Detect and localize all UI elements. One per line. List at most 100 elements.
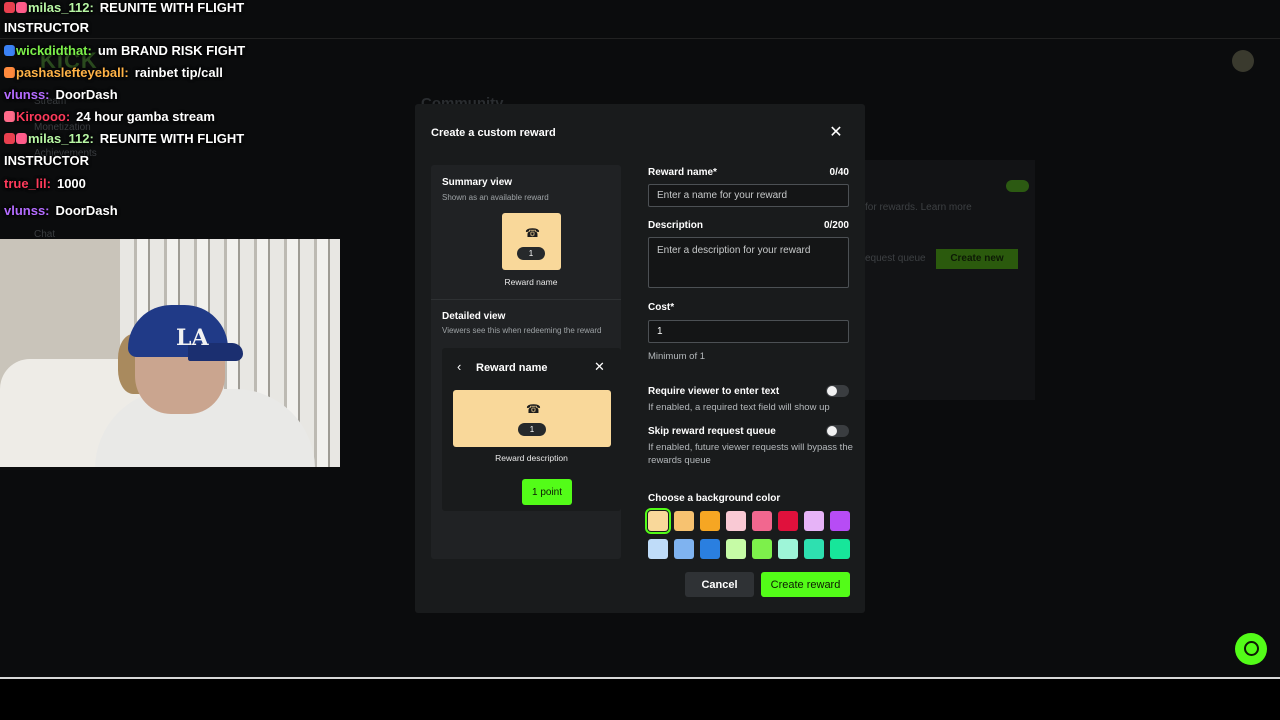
reward-preview-panel: Summary view Shown as an available rewar… <box>431 165 621 559</box>
color-swatch[interactable] <box>778 511 798 531</box>
chat-message: Kiroooo: 24 hour gamba stream <box>4 109 215 124</box>
color-swatch[interactable] <box>645 508 671 534</box>
chat-badge-icon <box>4 111 15 122</box>
toggle-knob <box>827 426 837 436</box>
chat-message: vlunss: DoorDash <box>4 203 118 218</box>
chat-message: milas_112: REUNITE WITH FLIGHT <box>4 131 244 146</box>
cancel-button[interactable]: Cancel <box>685 572 754 597</box>
summary-view-subtitle: Shown as an available reward <box>442 193 549 202</box>
top-bar-divider <box>0 38 1280 39</box>
gift-icon: ☎ <box>525 226 540 240</box>
redeem-point-button[interactable]: 1 point <box>522 479 572 505</box>
require-text-help: If enabled, a required text field will s… <box>648 402 830 413</box>
chat-text: DoorDash <box>55 203 118 218</box>
rewards-enabled-toggle[interactable] <box>1006 180 1029 192</box>
summary-view-heading: Summary view <box>442 177 513 188</box>
chat-badge-icon <box>4 45 15 56</box>
create-new-button[interactable]: Create new <box>936 249 1018 269</box>
chat-text: 24 hour gamba stream <box>76 109 215 124</box>
color-swatch[interactable] <box>648 539 668 559</box>
require-text-toggle[interactable] <box>826 385 849 397</box>
chat-text: 1000 <box>56 176 86 191</box>
skip-queue-help: If enabled, future viewer requests will … <box>648 442 853 466</box>
request-queue-button[interactable]: equest queue <box>865 253 926 264</box>
summary-reward-name: Reward name <box>504 277 558 287</box>
chat-username[interactable]: INSTRUCTOR <box>4 153 89 168</box>
create-new-label: Create new <box>950 253 1004 264</box>
color-swatch[interactable] <box>674 511 694 531</box>
require-text-label: Require viewer to enter text <box>648 386 780 397</box>
detail-reward-description: Reward description <box>495 453 568 463</box>
skip-queue-toggle[interactable] <box>826 425 849 437</box>
chat-badge-icon <box>4 67 15 78</box>
create-reward-modal: Create a custom reward ✕ Summary view Sh… <box>415 104 865 613</box>
reward-name-counter: 0/40 <box>829 167 849 178</box>
chat-text: REUNITE WITH FLIGHT <box>99 131 245 146</box>
preview-divider <box>431 299 621 300</box>
chat-badge-icon <box>4 2 15 13</box>
modal-title: Create a custom reward <box>431 127 556 139</box>
color-swatch[interactable] <box>726 539 746 559</box>
chat-username[interactable]: wickdidthat: <box>16 43 92 58</box>
cost-label: Cost* <box>648 302 675 313</box>
description-counter: 0/200 <box>823 220 849 231</box>
chat-username[interactable]: true_lil: <box>4 176 51 191</box>
reward-name-input[interactable] <box>648 184 849 207</box>
rewards-settings-card <box>865 160 1035 400</box>
color-swatch[interactable] <box>752 539 772 559</box>
chat-username[interactable]: INSTRUCTOR <box>4 20 89 35</box>
chat-message: wickdidthat: um BRAND RISK FIGHT <box>4 43 245 58</box>
chat-text: rainbet tip/call <box>134 65 223 80</box>
color-swatch[interactable] <box>674 539 694 559</box>
user-avatar[interactable] <box>1232 50 1254 72</box>
close-icon[interactable]: ✕ <box>827 124 845 142</box>
detail-cost-pill: 1 <box>518 423 546 436</box>
color-swatch[interactable] <box>830 511 850 531</box>
detailed-reward-preview: ‹ Reward name ✕ ☎ 1 Reward description 1… <box>442 348 621 511</box>
webcam-feed: LA <box>0 239 340 467</box>
chat-username[interactable]: pashasleftеyeball: <box>16 65 129 80</box>
chat-text: DoorDash <box>55 87 118 102</box>
description-label: Description <box>648 220 704 231</box>
chat-message: INSTRUCTOR <box>4 20 95 35</box>
chat-text: um BRAND RISK FIGHT <box>97 43 246 58</box>
chat-username[interactable]: Kiroooo: <box>16 109 70 124</box>
color-swatch[interactable] <box>700 539 720 559</box>
help-chat-icon[interactable] <box>1235 633 1267 665</box>
description-input[interactable] <box>648 237 849 288</box>
color-swatch[interactable] <box>804 511 824 531</box>
reward-cost-pill: 1 <box>517 247 545 260</box>
learn-more-text[interactable]: for rewards. Learn more <box>865 202 972 213</box>
color-swatch[interactable] <box>700 511 720 531</box>
close-icon[interactable]: ✕ <box>594 359 605 375</box>
chat-message: INSTRUCTOR <box>4 153 95 168</box>
chat-username[interactable]: vlunss: <box>4 203 50 218</box>
create-reward-button[interactable]: Create reward <box>761 572 850 597</box>
chat-message: true_lil: 1000 <box>4 176 86 191</box>
skip-queue-label: Skip reward request queue <box>648 426 776 437</box>
detail-reward-card: ☎ 1 <box>453 390 611 447</box>
chevron-left-icon[interactable]: ‹ <box>457 359 461 374</box>
color-swatch[interactable] <box>726 511 746 531</box>
color-swatch[interactable] <box>830 539 850 559</box>
color-swatch[interactable] <box>804 539 824 559</box>
cap-logo-icon: LA <box>176 325 209 351</box>
gift-icon: ☎ <box>526 402 541 416</box>
reward-name-label: Reward name* <box>648 167 717 178</box>
chat-username[interactable]: milas_112: <box>28 0 94 15</box>
cost-input[interactable] <box>648 320 849 343</box>
chat-message: vlunss: DoorDash <box>4 87 118 102</box>
chat-username[interactable]: milas_112: <box>28 131 94 146</box>
detailed-view-heading: Detailed view <box>442 311 506 322</box>
toggle-knob <box>827 386 837 396</box>
chat-badge-icon <box>4 133 15 144</box>
color-swatch[interactable] <box>752 511 772 531</box>
bottom-divider <box>0 677 1280 679</box>
chat-badge-icon <box>16 2 27 13</box>
detail-reward-name: Reward name <box>476 362 548 374</box>
cost-help-text: Minimum of 1 <box>648 351 706 362</box>
color-swatch[interactable] <box>778 539 798 559</box>
chat-message: pashasleftеyeball: rainbet tip/call <box>4 65 223 80</box>
chat-username[interactable]: vlunss: <box>4 87 50 102</box>
chat-badge-icon <box>16 133 27 144</box>
